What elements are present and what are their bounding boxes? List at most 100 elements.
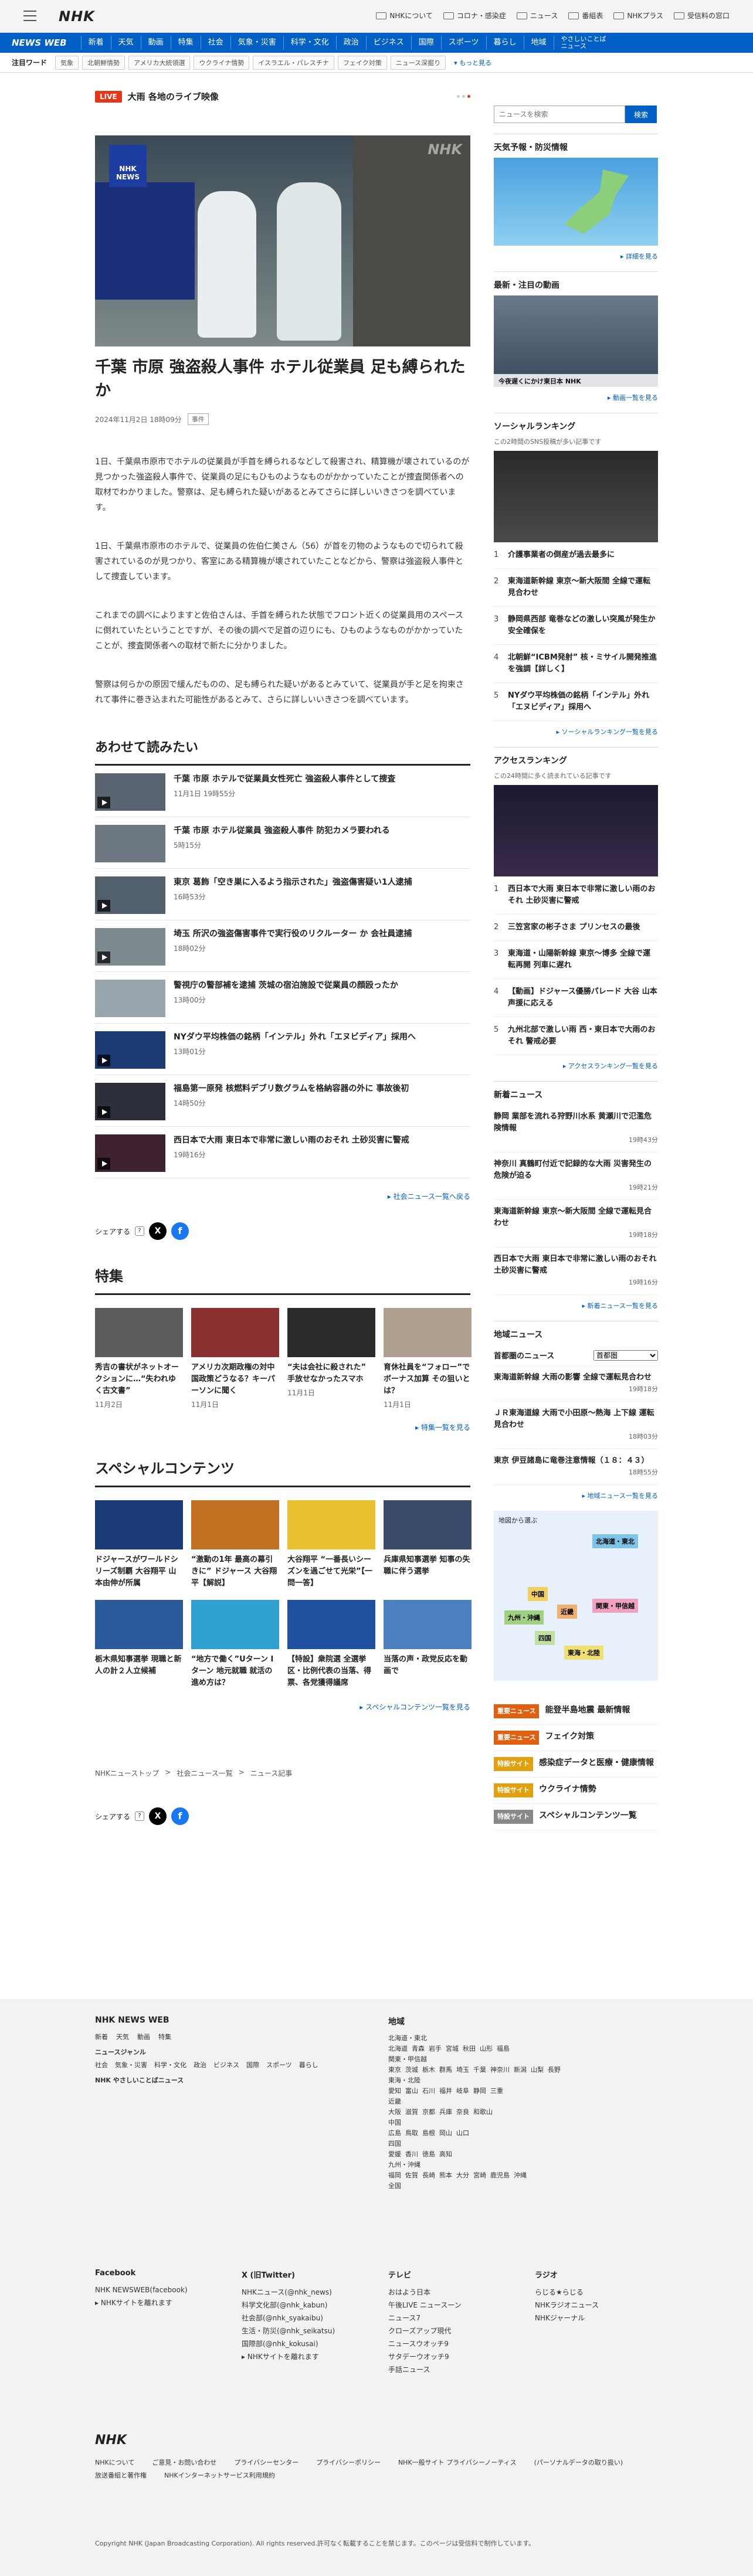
- footer-genre-link[interactable]: ビジネス: [213, 2059, 239, 2072]
- news-title[interactable]: 神奈川 真鶴町付近で記録的な大雨 災害発生の危険が迫る: [494, 1158, 658, 1182]
- card-image[interactable]: [191, 1308, 279, 1357]
- footer-region-line[interactable]: 東京 茨城 栃木 群馬 埼玉 千葉 神奈川 新潟 山梨 長野: [388, 2065, 561, 2075]
- related-item[interactable]: 警視庁の警部補を逮捕 茨城の宿泊施設で従業員の顔殴ったか 13時00分: [95, 972, 470, 1024]
- nav-item[interactable]: 気象・災害: [230, 36, 283, 50]
- related-title[interactable]: 東京 葛飾「空き巣に入るよう指示された」強盗傷害疑い1人逮捕: [174, 876, 412, 888]
- card-title[interactable]: 【特設】衆院選 全選挙区・比例代表の当落、得票、各党獲得議席: [287, 1654, 375, 1689]
- tag-title[interactable]: スペシャルコンテンツ一覧: [539, 1810, 637, 1821]
- keyword-chip[interactable]: ニュース深掘り: [390, 55, 446, 70]
- video-more-link[interactable]: 動画一覧を見る: [494, 393, 658, 402]
- live-title[interactable]: 大雨 各地のライブ映像: [128, 90, 219, 103]
- article-category[interactable]: 事件: [187, 413, 209, 425]
- footer-facebook-link[interactable]: ▸ NHKサイトを離れます: [95, 2296, 242, 2309]
- rank-title[interactable]: 西日本で大雨 東日本で非常に激しい雨のおそれ 土砂災害に警戒: [508, 883, 658, 907]
- breadcrumb-item[interactable]: NHKニューストップ: [95, 1768, 159, 1778]
- nav-item[interactable]: ビジネス: [365, 36, 411, 50]
- news-item[interactable]: ＪＲ東海道線 大雨で小田原～熱海 上下線 運転見合わせ 18時03分: [494, 1402, 658, 1449]
- ranking-item[interactable]: 5 九州北部で激しい雨 西・東日本で大雨のおそれ 警戒必要: [494, 1017, 658, 1055]
- news-title[interactable]: 東海道新幹線 大雨の影響 全線で運転見合わせ: [494, 1372, 658, 1384]
- footer-tv-link[interactable]: 手話ニュース: [388, 2363, 535, 2376]
- card-title[interactable]: “地方で働く”Uターン Iターン 地元就職 就活の進め方は？: [191, 1654, 279, 1689]
- ranking-item[interactable]: 3 静岡県西部 竜巻などの激しい突風が発生か 安全確保を: [494, 607, 658, 645]
- nav-item[interactable]: 政治: [335, 36, 366, 50]
- footer-region-line[interactable]: 北海道 青森 岩手 宮城 秋田 山形 福島: [388, 2044, 561, 2054]
- x-share-icon[interactable]: X: [149, 1222, 167, 1240]
- card-image[interactable]: [384, 1308, 472, 1357]
- x-share-icon[interactable]: X: [149, 1807, 167, 1825]
- content-card[interactable]: “夫は会社に殺された” 手放せなかったスマホ 11月1日: [287, 1308, 375, 1409]
- nav-item[interactable]: 特集: [170, 36, 201, 50]
- footer-region-line[interactable]: 広島 鳥取 島根 岡山 山口: [388, 2128, 561, 2139]
- content-card[interactable]: 栃木県知事選挙 現職と新人の計２人立候補: [95, 1600, 183, 1689]
- footer-x-link[interactable]: ▸ NHKサイトを離れます: [242, 2350, 388, 2363]
- card-image[interactable]: [191, 1500, 279, 1549]
- footer-tv-link[interactable]: クローズアップ現代: [388, 2324, 535, 2337]
- facebook-share-icon[interactable]: f: [171, 1222, 189, 1240]
- content-card[interactable]: アメリカ次期政権の対中国政策どうなる？キーパーソンに聞く 11月1日: [191, 1308, 279, 1409]
- footer-region-line[interactable]: 関東・甲信越: [388, 2054, 561, 2065]
- content-card[interactable]: 大谷翔平 “一番長いシーズンを過ごせて光栄”【一問一答】: [287, 1500, 375, 1589]
- related-thumbnail[interactable]: [95, 1031, 165, 1069]
- card-image[interactable]: [95, 1600, 183, 1649]
- content-card[interactable]: 兵庫県知事選挙 知事の失職に伴う選挙: [384, 1500, 472, 1589]
- related-thumbnail[interactable]: [95, 1134, 165, 1172]
- rank-title[interactable]: 三笠宮家の彬子さま プリンセスの最後: [508, 922, 640, 933]
- weather-more-link[interactable]: 詳細を見る: [494, 252, 658, 261]
- footer-region-line[interactable]: 全国: [388, 2181, 561, 2191]
- related-thumbnail[interactable]: [95, 773, 165, 811]
- footer-x-link[interactable]: 科学文化部(@nhk_kabun): [242, 2299, 388, 2312]
- footer-x-link[interactable]: NHKニュース(@nhk_news): [242, 2286, 388, 2299]
- footer-region-line[interactable]: 九州・沖縄: [388, 2160, 561, 2170]
- footer-genre-link[interactable]: スポーツ: [266, 2059, 292, 2072]
- related-thumbnail[interactable]: [95, 876, 165, 914]
- header-link[interactable]: NHKプラス: [613, 11, 663, 21]
- related-title[interactable]: 千葉 市原 ホテル従業員 強盗殺人事件 防犯カメラ要われる: [174, 825, 390, 837]
- footer-link[interactable]: 新着: [95, 2031, 108, 2044]
- footer-tv-link[interactable]: 午後LIVE ニュースーン: [388, 2299, 535, 2312]
- keyword-chip[interactable]: アメリカ大統領選: [128, 55, 191, 70]
- footer-bottom-link[interactable]: ご意見・お問い合わせ: [152, 2456, 216, 2469]
- help-icon[interactable]: ?: [135, 1226, 145, 1236]
- content-card[interactable]: 【特設】衆院選 全選挙区・比例代表の当落、得票、各党獲得議席: [287, 1600, 375, 1689]
- social-top-image[interactable]: [494, 451, 658, 542]
- related-item[interactable]: 埼玉 所沢の強盗傷害事件で実行役のリクルーター か 会社員逮捕 18時02分: [95, 920, 470, 972]
- card-image[interactable]: [384, 1500, 472, 1549]
- rank-title[interactable]: 介護事業者の倒産が過去最多に: [508, 549, 615, 561]
- weather-map[interactable]: [494, 158, 658, 246]
- related-item[interactable]: 千葉 市原 ホテル従業員 強盗殺人事件 防犯カメラ要われる 5時15分: [95, 817, 470, 869]
- footer-bottom-link[interactable]: プライバシーセンター: [234, 2456, 299, 2469]
- card-title[interactable]: 秀吉の書状がネットオークションに…“失われゆく古文書”: [95, 1362, 183, 1397]
- card-image[interactable]: [95, 1500, 183, 1549]
- nav-item[interactable]: 新着: [80, 36, 111, 50]
- footer-region-line[interactable]: 北海道・東北: [388, 2033, 561, 2044]
- ranking-item[interactable]: 1 西日本で大雨 東日本で非常に激しい雨のおそれ 土砂災害に警戒: [494, 876, 658, 915]
- footer-radio-link[interactable]: NHKジャーナル: [535, 2312, 658, 2324]
- card-image[interactable]: [191, 1600, 279, 1649]
- related-title[interactable]: 警視庁の警部補を逮捕 茨城の宿泊施設で従業員の顔殴ったか: [174, 980, 398, 991]
- footer-tv-link[interactable]: ニュースウオッチ9: [388, 2337, 535, 2350]
- footer-x-link[interactable]: 社会部(@nhk_syakaibu): [242, 2312, 388, 2324]
- related-thumbnail[interactable]: [95, 980, 165, 1017]
- keyword-chip[interactable]: イスラエル・パレスチナ: [253, 55, 334, 70]
- footer-region-line[interactable]: 福岡 佐賀 長崎 熊本 大分 宮崎 鹿児島 沖縄: [388, 2170, 561, 2181]
- carousel-dots[interactable]: [457, 95, 470, 98]
- footer-link[interactable]: 天気: [116, 2031, 129, 2044]
- rank-title[interactable]: NYダウ平均株価の銘柄「インテル」外れ「エヌビディア」採用へ: [508, 690, 658, 713]
- nhk-logo[interactable]: NHK: [59, 8, 95, 25]
- news-web-logo[interactable]: NEWS WEB: [12, 38, 67, 48]
- footer-radio-link[interactable]: らじる★らじる: [535, 2286, 658, 2299]
- footer-tv-link[interactable]: サタデーウオッチ9: [388, 2350, 535, 2363]
- video-thumbnail[interactable]: 今夜遅くにかけ東日本 NHK: [494, 295, 658, 387]
- content-card[interactable]: 当落の声・政党反応を動画で: [384, 1600, 472, 1689]
- access-more-link[interactable]: アクセスランキング一覧を見る: [494, 1061, 658, 1070]
- search-input[interactable]: [494, 106, 625, 123]
- card-title[interactable]: 大谷翔平 “一番長いシーズンを過ごせて光栄”【一問一答】: [287, 1554, 375, 1589]
- related-thumbnail[interactable]: [95, 825, 165, 862]
- content-card[interactable]: 育休社員を“フォロー”でボーナス加算 その狙いとは？ 11月1日: [384, 1308, 472, 1409]
- new-more-link[interactable]: 新着ニュース一覧を見る: [494, 1301, 658, 1310]
- card-title[interactable]: 兵庫県知事選挙 知事の失職に伴う選挙: [384, 1554, 472, 1578]
- header-link[interactable]: 番組表: [568, 11, 603, 21]
- footer-bottom-link[interactable]: NHK一般サイト プライバシーノーティス: [398, 2456, 517, 2469]
- nav-item[interactable]: 地域: [523, 36, 554, 50]
- card-title[interactable]: “激動の1年 最高の幕引きに” ドジャース 大谷翔平【解説】: [191, 1554, 279, 1589]
